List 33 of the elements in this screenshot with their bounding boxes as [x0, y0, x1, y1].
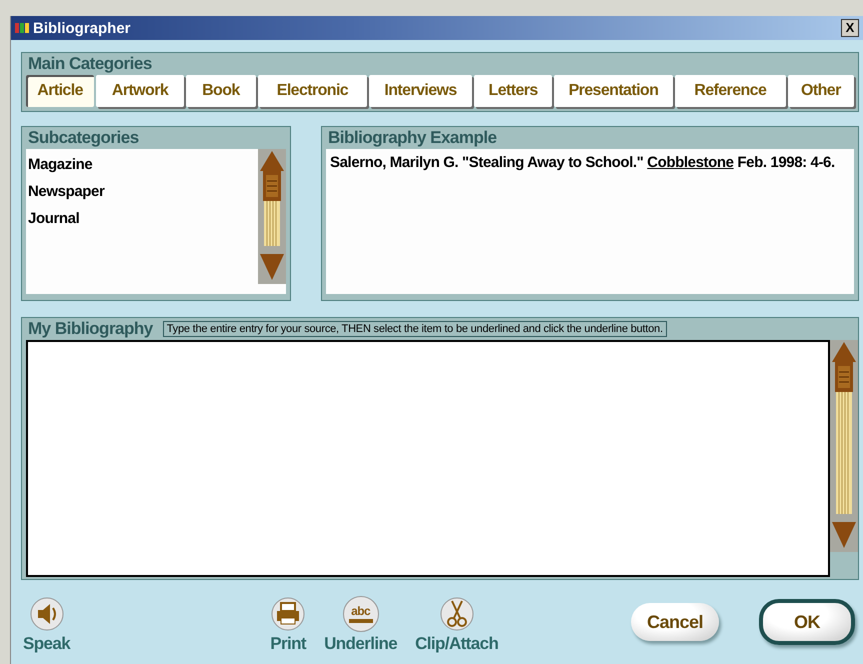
- category-tab[interactable]: Article: [26, 75, 94, 107]
- close-button[interactable]: X: [841, 19, 859, 37]
- underline-button[interactable]: abc Underline: [324, 596, 398, 654]
- window-title: Bibliographer: [33, 20, 132, 36]
- category-tab[interactable]: Electronic: [258, 75, 367, 107]
- category-tab[interactable]: Letters: [474, 75, 552, 107]
- clip-button[interactable]: Clip/Attach: [415, 596, 498, 654]
- category-tab[interactable]: Book: [186, 75, 256, 107]
- category-tab[interactable]: Interviews: [368, 75, 472, 107]
- panel-title: Main Categories: [27, 53, 153, 75]
- subcategory-item[interactable]: Newspaper: [28, 178, 258, 205]
- app-logo-icon: [15, 21, 29, 35]
- underline-icon: abc: [342, 596, 379, 632]
- scrollbar[interactable]: [258, 149, 286, 284]
- printer-icon: [270, 596, 306, 632]
- category-tab[interactable]: Reference: [674, 75, 786, 107]
- instruction-text: Type the entire entry for your source, THEN select the item to be underlined and click the underline button.: [162, 321, 667, 337]
- scrollbar[interactable]: [830, 340, 858, 552]
- cancel-button[interactable]: Cancel: [631, 603, 719, 641]
- category-tab[interactable]: Other: [788, 75, 854, 107]
- panel-title: Bibliography Example: [327, 127, 498, 149]
- print-button[interactable]: Print: [270, 596, 306, 654]
- category-tab[interactable]: Presentation: [554, 75, 673, 107]
- subcategory-item[interactable]: Journal: [28, 205, 258, 232]
- scissors-icon: [438, 596, 475, 632]
- ok-button[interactable]: OK: [759, 599, 855, 645]
- speaker-icon: [28, 596, 65, 632]
- example-citation: Salerno, Marilyn G. "Stealing Away to School." Cobblestone Feb. 1998: 4-6.: [329, 153, 836, 173]
- speak-button[interactable]: Speak: [23, 596, 70, 654]
- panel-title: My Bibliography: [27, 318, 154, 340]
- subcategory-item[interactable]: Magazine: [28, 151, 258, 178]
- panel-title: Subcategories: [27, 127, 140, 149]
- category-tab[interactable]: Artwork: [96, 75, 184, 107]
